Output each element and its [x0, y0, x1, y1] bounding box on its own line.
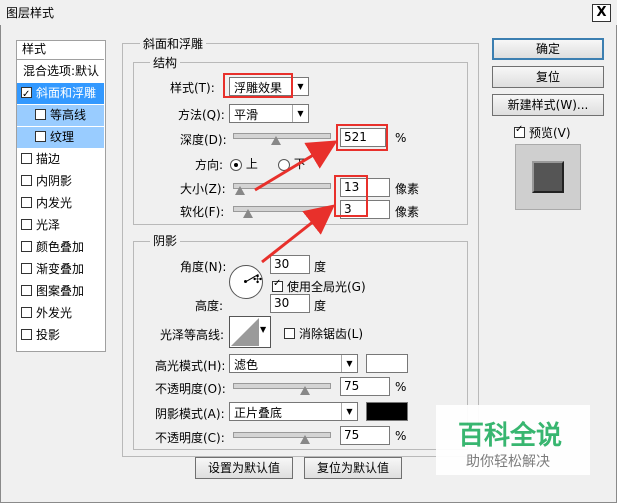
annotation-arrow-soften — [261, 204, 336, 264]
watermark-title: 百科全说 — [458, 421, 563, 451]
watermark-subtitle: 助你轻松解决 — [466, 454, 550, 470]
watermark-logo: 百科全说 助你轻松解决 — [436, 405, 590, 475]
annotation-arrow-depth — [254, 140, 338, 192]
